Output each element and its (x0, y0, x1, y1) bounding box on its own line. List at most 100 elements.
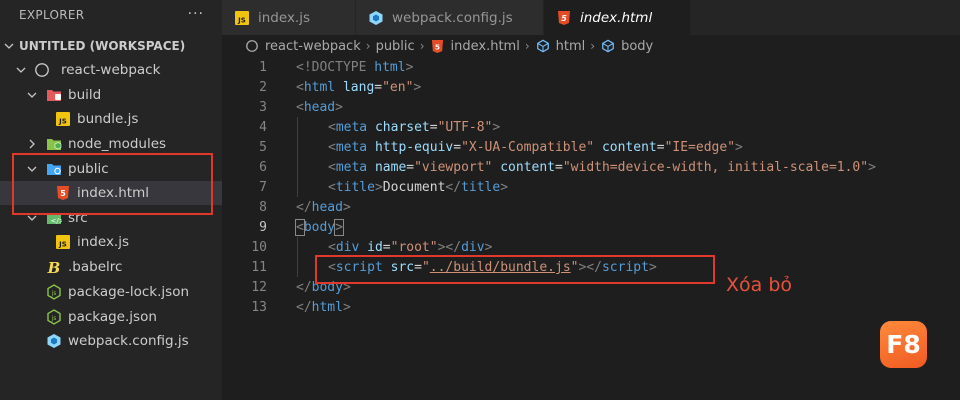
token: > (335, 100, 343, 115)
tab-label: index.html (580, 9, 653, 26)
tab-webpack-config-js[interactable]: webpack.config.js (356, 0, 544, 35)
token: = (406, 160, 415, 175)
project-root-icon (244, 38, 260, 54)
line-number: 2 (259, 80, 267, 95)
token: < (328, 240, 336, 255)
tree-item-index-js[interactable]: JS index.js (0, 230, 222, 254)
code-editor[interactable]: 1 2 3 4 5 6 7 8 9 10 11 12 13 <!DOCTYPE … (222, 57, 960, 400)
annotation-box-script-line (315, 255, 715, 284)
token: > (334, 219, 344, 236)
node-json-file-icon: js (46, 309, 62, 325)
token: html (303, 80, 336, 95)
token: title (335, 180, 375, 195)
token: "IE=edge" (664, 140, 736, 155)
tab-label: webpack.config.js (392, 9, 513, 26)
token: </ (296, 200, 312, 215)
code-line: <meta http-equiv="X-UA-Compatible" conte… (328, 140, 743, 155)
annotation-note: Xóa bỏ (726, 274, 793, 296)
tab-label: index.js (258, 9, 311, 26)
tree-item-label: node_modules (68, 136, 167, 152)
js-file-icon: JS (55, 111, 71, 127)
line-number: 8 (259, 200, 267, 215)
node-json-file-icon: js (46, 284, 62, 300)
tree-item-bundle-js[interactable]: JS bundle.js (0, 107, 222, 131)
svg-text:5: 5 (561, 14, 567, 23)
chevron-down-icon (4, 41, 14, 51)
token: </ (296, 300, 312, 315)
tree-item-label: package.json (68, 309, 157, 325)
line-number: 3 (259, 100, 267, 115)
token: = (656, 140, 665, 155)
tab-index-js[interactable]: JS index.js (222, 0, 356, 35)
tree-item-package-json[interactable]: js package.json (0, 305, 222, 329)
token: < (295, 219, 305, 236)
breadcrumb-item[interactable]: body (621, 39, 653, 54)
babel-file-icon: B (46, 259, 62, 275)
f8-logo: F8 (880, 321, 927, 368)
breadcrumb-item[interactable]: html (556, 39, 586, 54)
code-line: <!DOCTYPE html> (296, 60, 413, 75)
token: < (296, 100, 304, 115)
breadcrumb: react-webpack › public › 5 index.html › … (222, 35, 960, 57)
token: = (374, 80, 383, 95)
token: meta (335, 120, 368, 135)
tree-item-label: build (68, 87, 102, 103)
line-number: 4 (259, 120, 267, 135)
webpack-file-icon (46, 333, 62, 349)
svg-text:js: js (51, 315, 57, 322)
code-line: <head> (296, 100, 343, 115)
line-number: 5 (259, 140, 267, 155)
token: Document (382, 180, 446, 195)
token: > (405, 60, 414, 75)
more-actions-icon[interactable]: ··· (188, 6, 204, 22)
line-number: 13 (251, 300, 267, 315)
workspace-row[interactable]: UNTITLED (WORKSPACE) (0, 34, 222, 58)
tree-item-babelrc[interactable]: B .babelrc (0, 255, 222, 279)
line-number: 10 (251, 240, 267, 255)
explorer-header: EXPLORER ··· (0, 0, 222, 30)
token: > (492, 120, 501, 135)
tree-item-label: react-webpack (61, 62, 161, 78)
code-line: <meta name="viewport" content="width=dev… (328, 160, 876, 175)
project-root-icon (34, 62, 50, 78)
folder-build-icon (46, 87, 62, 103)
webpack-file-icon (368, 10, 384, 26)
token: = (453, 140, 462, 155)
tree-item-webpack-config-js[interactable]: webpack.config.js (0, 329, 222, 353)
token: < (328, 120, 336, 135)
code-line: <html lang="en"> (296, 80, 421, 95)
indent-guide (297, 237, 298, 277)
svg-text:JS: JS (237, 16, 246, 24)
explorer-title: EXPLORER (19, 8, 85, 22)
tree-item-label: webpack.config.js (68, 333, 189, 349)
tree-item-build[interactable]: build (0, 83, 222, 107)
breadcrumb-item[interactable]: index.html (451, 39, 520, 54)
token: > (374, 180, 383, 195)
html5-file-icon: 5 (430, 38, 446, 54)
chevron-right-icon: › (365, 39, 371, 53)
token: html (366, 60, 406, 75)
token: <!DOCTYPE (296, 60, 367, 75)
token: "root" (390, 240, 438, 255)
token: > (413, 80, 422, 95)
tree-item-package-lock-json[interactable]: js package-lock.json (0, 280, 222, 304)
token: id (359, 240, 383, 255)
token: head (311, 200, 343, 215)
js-file-icon: JS (55, 234, 71, 250)
line-number: 1 (259, 60, 267, 75)
token: > (342, 300, 351, 315)
tree-item-label: bundle.js (77, 111, 139, 127)
breadcrumb-item[interactable]: react-webpack (265, 39, 361, 54)
breadcrumb-item[interactable]: public (376, 39, 415, 54)
js-file-icon: JS (234, 10, 250, 26)
chevron-right-icon: › (590, 39, 596, 53)
svg-text:JS: JS (58, 241, 67, 249)
chevron-right-icon (27, 139, 37, 149)
tab-index-html[interactable]: 5 index.html (544, 0, 691, 35)
indent-guide (297, 117, 298, 197)
token: < (296, 80, 304, 95)
token: < (328, 160, 336, 175)
token: div (461, 240, 485, 255)
code-line: </html> (296, 300, 351, 315)
tree-item-react-webpack[interactable]: react-webpack (0, 58, 222, 82)
